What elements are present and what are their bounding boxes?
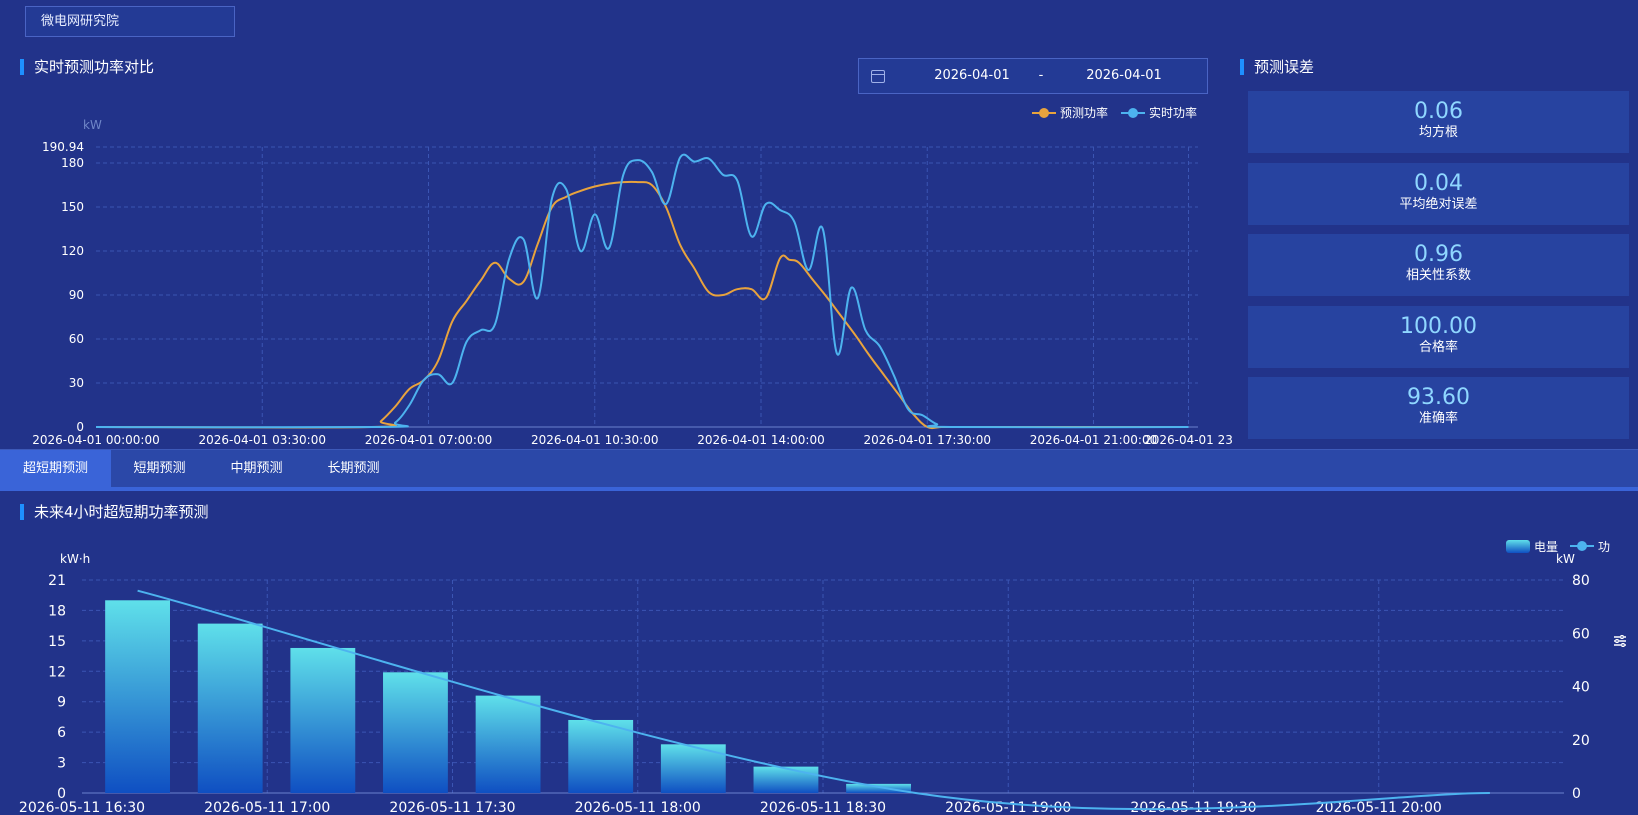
series-line-forecast <box>95 180 1189 430</box>
metric-label: 相关性系数 <box>1405 268 1471 283</box>
metric-value: 0.04 <box>1414 170 1463 196</box>
y-tick-label: 0 <box>76 420 84 434</box>
x-tick-label: 2026-05-11 17:30 <box>389 800 515 815</box>
x-tick-label: 2026-04-01 21:00:00 <box>1030 433 1157 447</box>
error-panel-title: 预测误差 <box>1240 58 1314 76</box>
y-axis-unit: kW <box>83 118 102 132</box>
x-tick-label: 2026-05-11 16:30 <box>19 800 145 815</box>
tab-short[interactable]: 短期预测 <box>111 450 208 488</box>
y-tick-label: 21 <box>48 573 66 589</box>
date-separator: - <box>1038 68 1044 83</box>
metric-label: 均方根 <box>1418 125 1458 140</box>
x-tick-label: 2026-04-01 23 <box>1144 433 1233 447</box>
y2-axis-unit: kW <box>1556 552 1575 566</box>
metric-value: 100.00 <box>1400 313 1477 339</box>
legend-label: 电量 <box>1534 540 1558 554</box>
date-end[interactable]: 2026-04-01 <box>1069 68 1179 83</box>
y-tick-label: 90 <box>69 288 84 302</box>
bar <box>383 672 448 793</box>
x-tick-label: 2026-04-01 03:30:00 <box>199 433 326 447</box>
series-line-actual <box>95 153 1189 429</box>
legend-marker <box>1039 108 1049 118</box>
date-start[interactable]: 2026-04-01 <box>917 68 1027 83</box>
metric-mae: 0.04 平均绝对误差 <box>1248 162 1629 225</box>
bar <box>290 647 356 793</box>
y-tick-label: 190.94 <box>42 140 84 154</box>
x-tick-label: 2026-04-01 17:30:00 <box>864 433 991 447</box>
y2-tick-label: 0 <box>1572 786 1581 802</box>
y-tick-label: 30 <box>69 376 84 390</box>
metric-value: 0.96 <box>1414 242 1463 267</box>
y-tick-label: 12 <box>48 664 66 680</box>
date-range-picker[interactable]: 2026-04-01 - 2026-04-01 <box>858 58 1208 94</box>
y-tick-label: 150 <box>61 200 84 214</box>
x-tick-label: 2026-04-01 00:00:00 <box>32 433 159 447</box>
legend-marker-bar <box>1506 540 1530 553</box>
legend-label: 预测功率 <box>1060 105 1108 120</box>
legend-marker <box>1128 108 1138 118</box>
bar <box>105 600 170 793</box>
metric-value: 0.06 <box>1414 99 1463 124</box>
realtime-power-chart: 0 30 60 90 120 150 180 190.94 2026-04-01 00:00:0… <box>32 105 1233 447</box>
error-metrics: 0.06 均方根 0.04 平均绝对误差 0.96 相关性系数 100.00 合… <box>1248 91 1629 449</box>
bar <box>568 719 634 793</box>
y2-tick-label: 40 <box>1572 680 1590 696</box>
legend-marker <box>1577 541 1587 551</box>
metric-correlation: 0.96 相关性系数 <box>1248 234 1629 296</box>
station-selector[interactable]: 微电网研究院 <box>25 6 235 37</box>
forecast-tabs: 超短期预测 短期预测 中期预测 长期预测 <box>0 449 1638 491</box>
y-tick-label: 180 <box>61 156 84 170</box>
y-tick-label: 9 <box>57 695 66 711</box>
calendar-icon <box>871 70 885 83</box>
y2-tick-label: 80 <box>1572 573 1590 589</box>
tab-ultra-short[interactable]: 超短期预测 <box>0 450 111 488</box>
ultra-short-forecast-chart: 0369121518210204060802026-05-11 16:30 202… <box>19 539 1610 815</box>
ultra-short-chart-title: 未来4小时超短期功率预测 <box>20 503 209 521</box>
metric-accuracy: 93.60 准确率 <box>1248 377 1629 439</box>
y-tick-label: 120 <box>61 244 84 258</box>
legend-label: 实时功率 <box>1149 105 1197 120</box>
y-tick-label: 18 <box>48 603 66 619</box>
legend-label: 功率 <box>1598 539 1610 554</box>
sliders-icon[interactable] <box>1612 633 1628 649</box>
bar <box>475 695 541 793</box>
x-tick-label: 2026-05-11 18:00 <box>575 800 701 815</box>
metric-label: 准确率 <box>1418 411 1458 426</box>
tab-long[interactable]: 长期预测 <box>305 450 402 488</box>
y-tick-label: 3 <box>57 756 66 772</box>
bar <box>197 623 263 793</box>
x-tick-label: 2026-05-11 18:30 <box>760 800 886 815</box>
x-tick-label: 2026-04-01 07:00:00 <box>365 433 492 447</box>
tab-medium[interactable]: 中期预测 <box>208 450 305 488</box>
metric-value: 93.60 <box>1407 385 1470 410</box>
y2-tick-label: 60 <box>1572 626 1590 642</box>
y-tick-label: 60 <box>69 332 84 346</box>
metric-label: 平均绝对误差 <box>1399 196 1478 212</box>
y2-tick-label: 20 <box>1572 733 1590 749</box>
bar <box>753 766 819 793</box>
y-axis-unit: kW·h <box>60 552 90 566</box>
metric-label: 合格率 <box>1418 339 1458 355</box>
y-tick-label: 15 <box>48 634 66 650</box>
x-tick-label: 2026-04-01 10:30:00 <box>531 433 658 447</box>
realtime-chart-title: 实时预测功率对比 <box>20 58 154 76</box>
x-tick-label: 2026-04-01 14:00:00 <box>697 433 824 447</box>
metric-rmse: 0.06 均方根 <box>1248 91 1629 153</box>
metric-pass-rate: 100.00 合格率 <box>1248 305 1629 368</box>
y-tick-label: 6 <box>57 725 66 741</box>
x-tick-label: 2026-05-11 17:00 <box>204 800 330 815</box>
